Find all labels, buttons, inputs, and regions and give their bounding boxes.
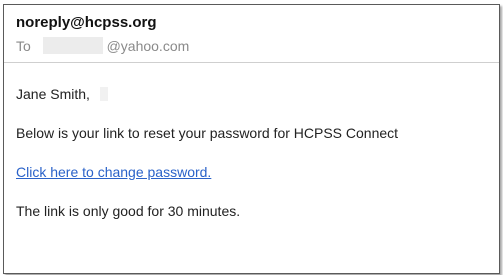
header-divider — [4, 62, 499, 63]
recipient-line: To @yahoo.com — [16, 37, 189, 54]
greeting-line: Jane Smith, — [16, 86, 108, 102]
redacted-mark — [99, 87, 108, 101]
greeting-text: Jane Smith, — [16, 86, 90, 102]
change-password-link[interactable]: Click here to change password. — [16, 164, 211, 180]
redacted-recipient-name — [42, 37, 103, 54]
expiry-notice: The link is only good for 30 minutes. — [16, 203, 241, 219]
recipient-domain: @yahoo.com — [106, 38, 190, 54]
to-label: To — [16, 38, 31, 54]
email-message-panel: noreply@hcpss.org To @yahoo.com Jane Smi… — [3, 4, 500, 274]
sender-address: noreply@hcpss.org — [16, 14, 157, 31]
body-text: Below is your link to reset your passwor… — [16, 125, 399, 141]
